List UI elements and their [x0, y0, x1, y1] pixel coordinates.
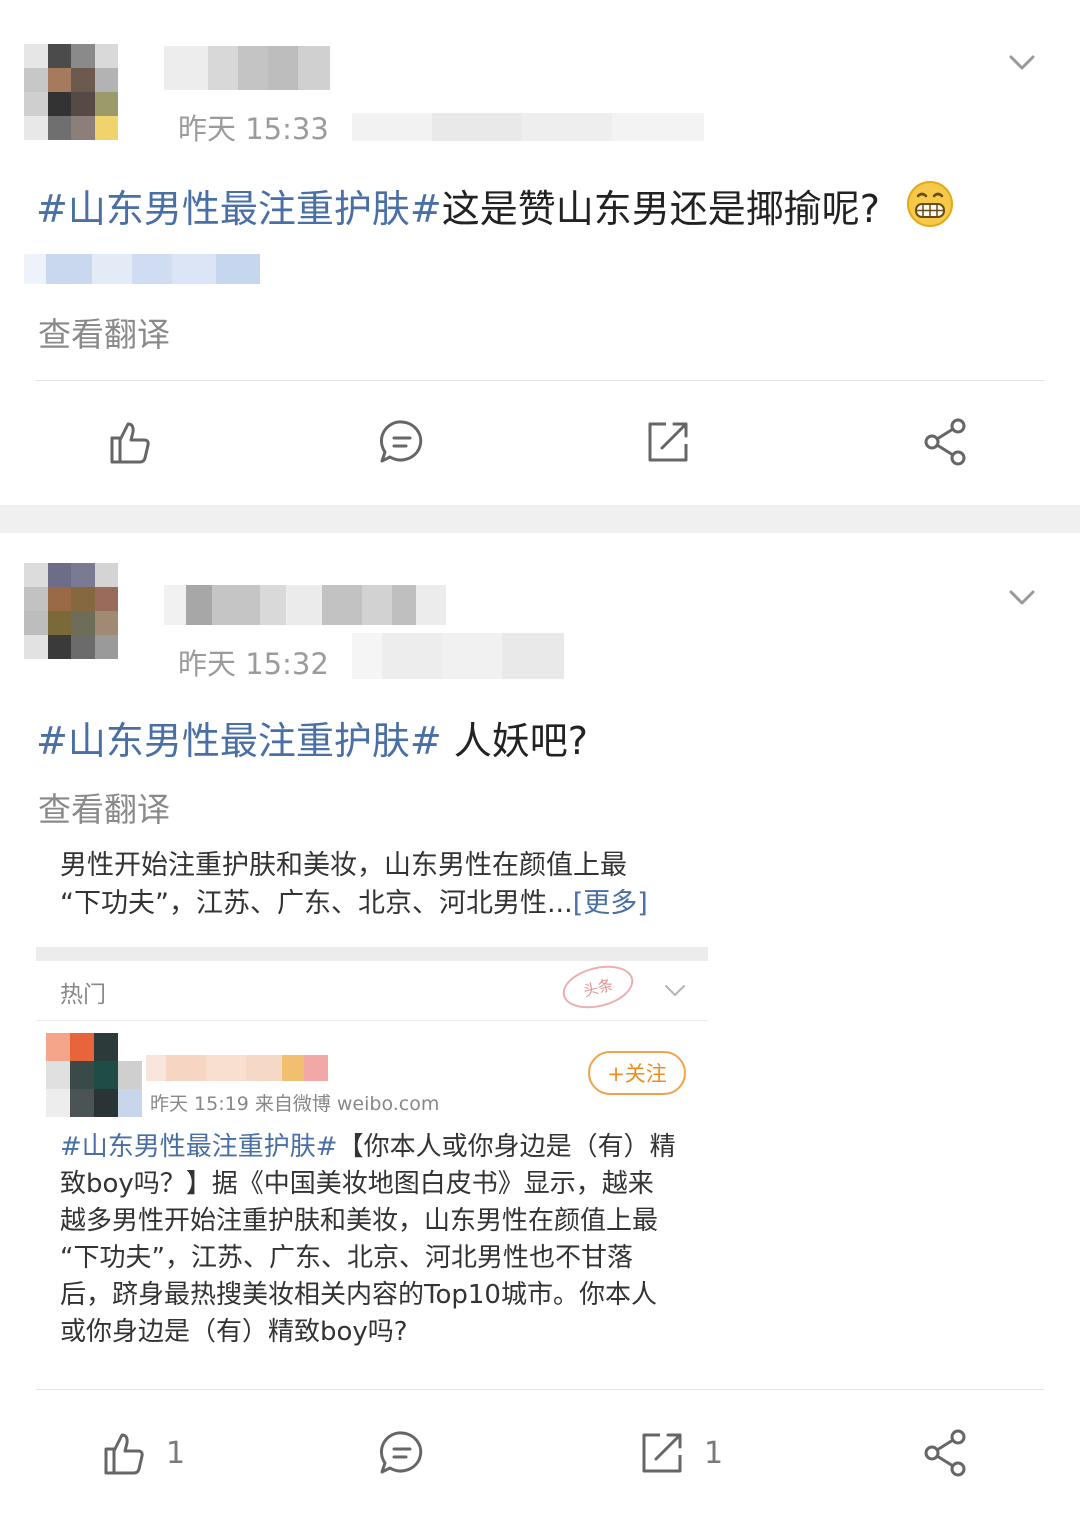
post-text: 这是赞山东男还是揶揄呢?: [441, 187, 880, 231]
source-blur: [352, 113, 704, 141]
divider: [36, 1389, 1044, 1390]
grin-emoji-icon: [906, 181, 953, 227]
post-time: 昨天 15:32: [178, 647, 329, 681]
more-link[interactable]: [更多]: [573, 888, 648, 919]
like-count: 1: [166, 1435, 186, 1471]
post-text: 人妖吧?: [441, 719, 588, 763]
card-top-bar: [36, 947, 708, 961]
repost-count: 1: [704, 1435, 724, 1471]
card-line: “下功夫”，江苏、广东、北京、河北男性也不甘落: [60, 1243, 633, 1273]
topic-link[interactable]: #山东男性最注重护肤#: [36, 719, 442, 763]
avatar[interactable]: [46, 1033, 142, 1117]
blurred-mention: [24, 254, 260, 284]
username[interactable]: [164, 46, 330, 90]
repost-icon: [642, 1433, 682, 1473]
like-icon: [110, 422, 150, 464]
post-content: #山东男性最注重护肤#这是赞山东男还是揶揄呢?: [36, 180, 1044, 235]
share-icon: [924, 1429, 966, 1477]
comment-button[interactable]: [378, 1413, 426, 1493]
card-text: #山东男性最注重护肤#【你本人或你身边是（有）精 致boy吗？】据《中国美妆地图…: [60, 1129, 700, 1351]
like-button[interactable]: 1: [100, 1413, 185, 1493]
comment-button[interactable]: [378, 402, 426, 482]
action-bar: [0, 402, 1080, 482]
like-icon: [104, 1433, 144, 1475]
avatar[interactable]: [24, 44, 142, 140]
post-card: 昨天 15:33 #山东男性最注重护肤#这是赞山东男还是揶揄呢? 查看翻译: [0, 0, 1080, 505]
post-meta: 昨天 15:19 来自微博 weibo.com: [150, 1093, 440, 1115]
share-button[interactable]: [920, 1413, 972, 1493]
repost-icon: [648, 422, 688, 462]
username[interactable]: [146, 1055, 328, 1081]
source-blur: [352, 633, 564, 679]
card-line: 越多男性开始注重护肤和美妆，山东男性在颜值上最: [60, 1206, 659, 1236]
translate-link[interactable]: 查看翻译: [38, 308, 170, 356]
post-content: #山东男性最注重护肤# 人妖吧?: [36, 715, 1044, 767]
divider: [36, 380, 1044, 381]
hot-section-label: 热门: [60, 982, 106, 1008]
summary-line: 男性开始注重护肤和美妆，山东男性在颜值上最: [60, 850, 627, 881]
retweet-summary[interactable]: 男性开始注重护肤和美妆，山东男性在颜值上最 “下功夫”，江苏、广东、北京、河北男…: [60, 847, 700, 923]
repost-button[interactable]: [644, 402, 692, 482]
post-card: 昨天 15:32 #山东男性最注重护肤# 人妖吧? 查看翻译 男性开始注重护肤和…: [0, 533, 1080, 1520]
translate-link[interactable]: 查看翻译: [38, 783, 170, 831]
card-line: 致boy吗？】据《中国美妆地图白皮书》显示，越来: [60, 1169, 654, 1199]
post-time: 昨天 15:33: [178, 112, 329, 146]
action-bar: 1 1: [0, 1413, 1080, 1493]
repost-button[interactable]: 1: [638, 1413, 723, 1493]
comment-icon: [379, 1431, 423, 1474]
chevron-down-icon[interactable]: [1008, 583, 1036, 611]
follow-button[interactable]: +关注: [588, 1051, 686, 1095]
like-button[interactable]: [106, 402, 154, 482]
topic-link[interactable]: #山东男性最注重护肤#: [60, 1132, 338, 1162]
divider: [36, 1020, 708, 1021]
card-line: 【你本人或你身边是（有）精: [337, 1132, 676, 1162]
watermark-stamp: 头条: [558, 958, 638, 1016]
card-line: 或你身边是（有）精致boy吗?: [60, 1317, 408, 1347]
share-icon: [924, 418, 966, 466]
avatar[interactable]: [24, 563, 142, 659]
chevron-down-icon[interactable]: [664, 983, 686, 999]
chevron-down-icon[interactable]: [1008, 48, 1036, 76]
share-button[interactable]: [920, 402, 972, 482]
comment-icon: [379, 420, 423, 463]
summary-line: “下功夫”，江苏、广东、北京、河北男性...: [60, 888, 573, 919]
username[interactable]: [164, 585, 446, 625]
topic-link[interactable]: #山东男性最注重护肤#: [36, 187, 442, 231]
card-line: 后，跻身最热搜美妆相关内容的Top10城市。你本人: [60, 1280, 657, 1310]
feed-separator: [0, 505, 1080, 533]
